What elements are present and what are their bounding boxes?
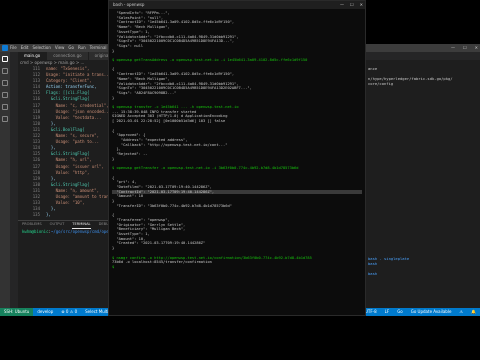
tab-terminal[interactable]: TERMINAL bbox=[72, 221, 91, 229]
close-icon[interactable]: ✕ bbox=[475, 44, 478, 52]
terminal-maximize-icon[interactable]: ☐ bbox=[350, 1, 354, 9]
right-terminal-list: ance n/hype/hyperledger/fabric-sdk-go/pk… bbox=[366, 66, 480, 308]
remote-indicator[interactable]: SSH: Ubuntu bbox=[0, 308, 34, 316]
tab-main-go[interactable]: main.go bbox=[18, 52, 48, 60]
window-controls: — ☐ ✕ bbox=[451, 44, 478, 52]
line-number: 135 bbox=[32, 212, 40, 218]
explorer-icon[interactable] bbox=[2, 56, 8, 62]
activity-bar bbox=[0, 52, 10, 308]
menu-bar: FileEditSelectionViewGoRunTerminalHelp bbox=[10, 44, 120, 52]
terminal-minimize-icon[interactable]: — bbox=[340, 1, 344, 9]
letterbox-bottom bbox=[0, 316, 480, 360]
terminal-title: bash - openwsp bbox=[113, 2, 145, 7]
go-update[interactable]: Go Update Available bbox=[407, 308, 456, 316]
eol[interactable]: LF bbox=[381, 308, 394, 316]
menu-run[interactable]: Run bbox=[78, 44, 86, 52]
terminal-close-icon[interactable]: ✕ bbox=[360, 1, 363, 9]
terminal-output[interactable]: "SpendInfo": "RFPPm...", "SalesPoint": "… bbox=[112, 11, 362, 315]
remote-explorer-icon[interactable] bbox=[2, 116, 8, 122]
git-branch[interactable]: develop bbox=[33, 308, 57, 316]
search-icon[interactable] bbox=[2, 68, 8, 74]
menu-view[interactable]: View bbox=[55, 44, 65, 52]
menu-edit[interactable]: Edit bbox=[21, 44, 29, 52]
problems-count[interactable]: ⊗ 0 ⚠ 0 bbox=[57, 308, 81, 316]
menu-go[interactable]: Go bbox=[68, 44, 74, 52]
line-number-gutter: 111 112 113 114 115 116 117 118 119 120 121 122 123 1… bbox=[18, 66, 40, 220]
right-panel-text: ance n/hype/hyperledger/fabric-sdk-go/pk… bbox=[366, 66, 480, 276]
maximize-icon[interactable]: ☐ bbox=[463, 44, 467, 52]
language-mode[interactable]: Go bbox=[393, 308, 407, 316]
warning-icon[interactable]: ⚠ bbox=[455, 308, 467, 316]
tab-output[interactable]: OUTPUT bbox=[50, 221, 65, 229]
run-debug-icon[interactable] bbox=[2, 92, 8, 98]
tab-connection-go[interactable]: connection.go bbox=[47, 52, 89, 60]
terminal-line: $ bbox=[112, 264, 117, 269]
terminal-title-bar: bash - openwsp — ☐ ✕ bbox=[109, 1, 365, 9]
terminal-window[interactable]: bash - openwsp — ☐ ✕ "SpendInfo": "RFPPm… bbox=[108, 0, 366, 316]
right-panel-line: bash bbox=[368, 271, 378, 276]
extensions-icon[interactable] bbox=[2, 104, 8, 110]
tab-problems[interactable]: PROBLEMS bbox=[22, 221, 42, 229]
explorer-sidebar bbox=[10, 52, 18, 308]
source-control-icon[interactable] bbox=[2, 80, 8, 86]
menu-selection[interactable]: Selection bbox=[32, 44, 50, 52]
prompt-user: kwhm@bionic bbox=[22, 229, 49, 234]
bell-icon[interactable]: 🔔 bbox=[467, 308, 480, 316]
menu-terminal[interactable]: Terminal bbox=[90, 44, 107, 52]
minimize-icon[interactable]: — bbox=[451, 44, 455, 52]
menu-file[interactable]: File bbox=[10, 44, 17, 52]
vscode-logo-icon bbox=[2, 45, 8, 51]
